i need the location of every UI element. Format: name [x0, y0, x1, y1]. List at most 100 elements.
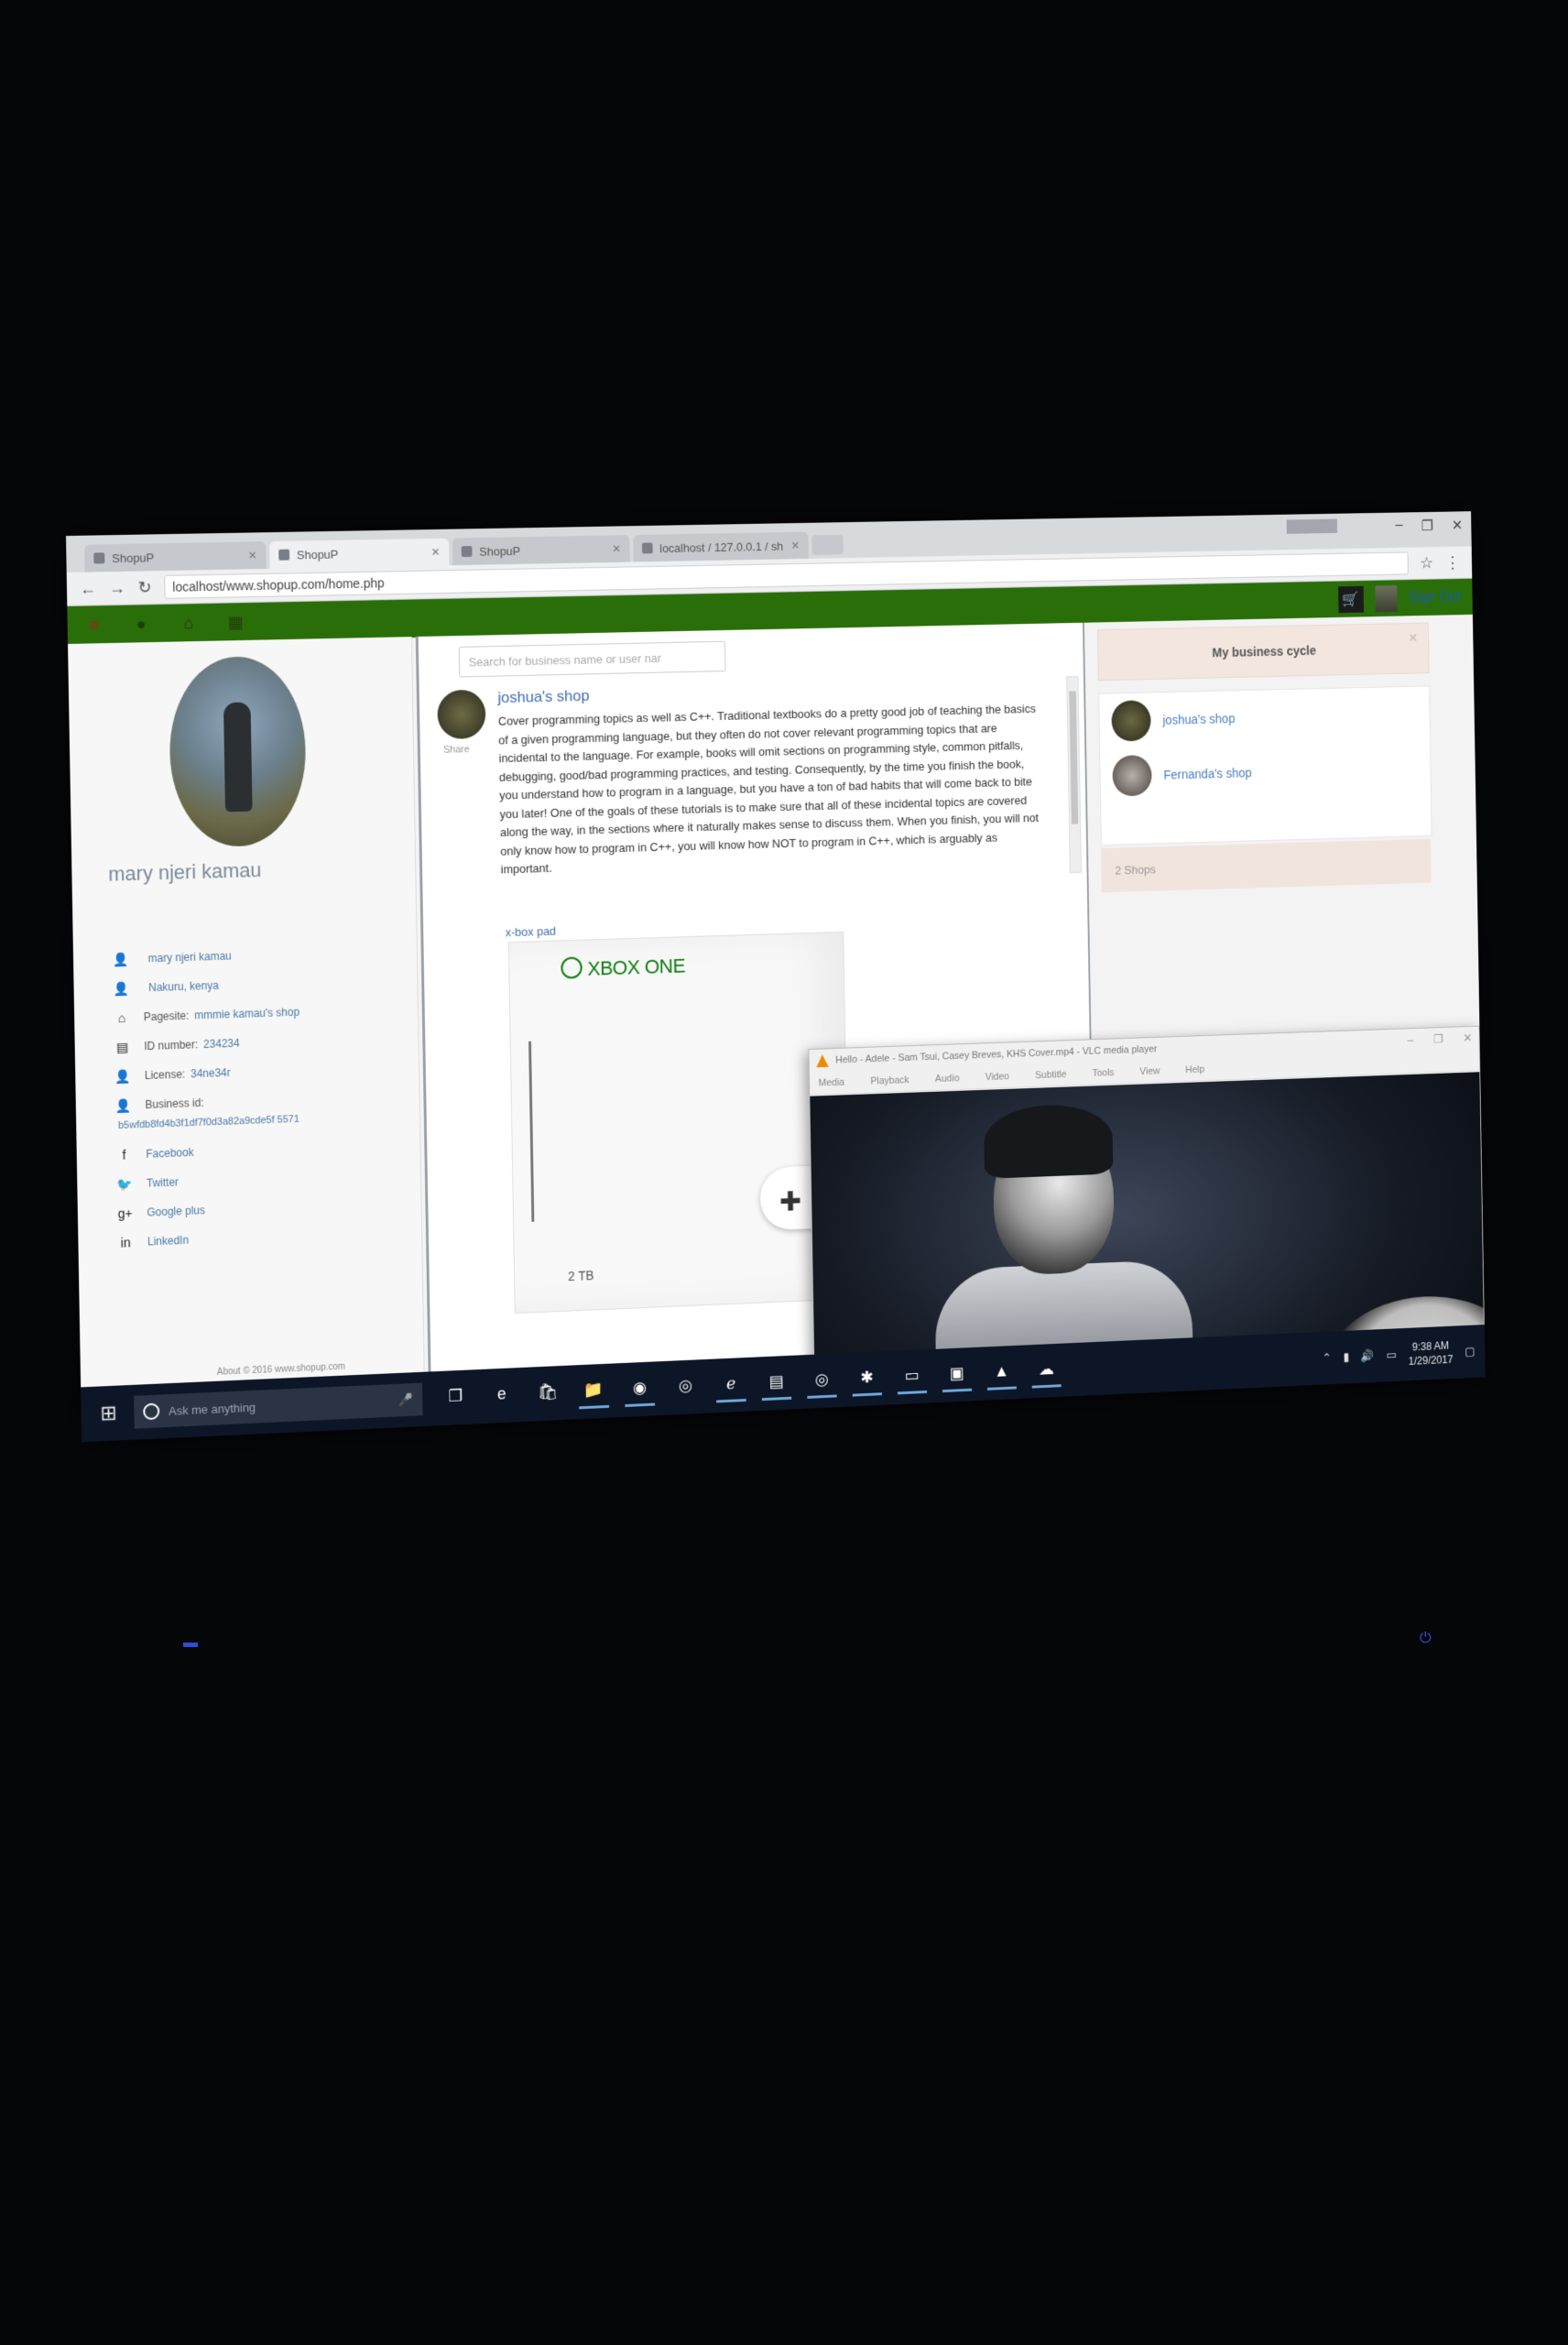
post-scrollbar[interactable]: [1066, 675, 1082, 874]
shop-name-link[interactable]: Fernanda's shop: [1163, 766, 1251, 782]
vlc-menu-subtitle[interactable]: Subtitle: [1035, 1069, 1067, 1081]
google-plus-link[interactable]: Google plus: [147, 1204, 205, 1218]
profile-info-list: 👤 mary njeri kamau 👤 Nakuru, kenya ⌂ Pag…: [110, 936, 404, 1258]
close-icon[interactable]: ✕: [248, 549, 257, 562]
windows-start-icon[interactable]: ⊞: [92, 1396, 125, 1431]
avatar[interactable]: [1375, 585, 1398, 613]
user-icon: 👤: [113, 980, 130, 996]
internet-explorer-icon[interactable]: ℯ: [715, 1368, 746, 1402]
post-avatar[interactable]: [437, 689, 486, 740]
product-brand: XBOX ONE: [587, 954, 686, 980]
xbox-ring-icon: [561, 956, 583, 979]
page-content: mary njeri kamau 👤 mary njeri kamau 👤 Na…: [68, 614, 1486, 1443]
browser-tab[interactable]: ShopuP ✕: [84, 541, 267, 573]
close-icon[interactable]: ✕: [790, 540, 800, 552]
info-value[interactable]: 234234: [203, 1037, 240, 1051]
close-icon[interactable]: ✕: [612, 542, 621, 555]
tab-title: ShopuP: [112, 550, 155, 565]
linkedin-link[interactable]: LinkedIn: [147, 1234, 189, 1249]
microphone-icon[interactable]: 🎤: [399, 1392, 414, 1408]
tab-favicon-icon: [641, 542, 653, 554]
vlc-menu-audio[interactable]: Audio: [935, 1073, 960, 1085]
restore-icon[interactable]: ❐: [1421, 518, 1433, 535]
bookmark-star-icon[interactable]: ☆: [1420, 553, 1433, 572]
restore-icon[interactable]: ❐: [1433, 1032, 1443, 1047]
info-value[interactable]: 34ne34r: [191, 1066, 231, 1080]
volume-icon[interactable]: 🔊: [1361, 1349, 1375, 1364]
minimize-icon[interactable]: –: [1407, 1033, 1413, 1048]
explorer-window-icon[interactable]: ▣: [942, 1358, 973, 1392]
back-arrow-icon[interactable]: ←: [80, 579, 96, 598]
twitter-icon: 🐦: [116, 1175, 133, 1192]
info-value[interactable]: mary njeri kamau: [148, 950, 232, 965]
dpad-icon: ✚: [779, 1186, 802, 1217]
edge-icon[interactable]: e: [486, 1379, 517, 1413]
document-icon[interactable]: ▤: [761, 1366, 792, 1401]
console-graphic: [528, 1041, 547, 1222]
firefox-icon[interactable]: ◉: [624, 1371, 656, 1407]
shop-name-link[interactable]: joshua's shop: [1162, 711, 1235, 726]
vlc-menu-playback[interactable]: Playback: [870, 1074, 909, 1086]
home-icon[interactable]: ⌂: [177, 611, 201, 635]
profile-sidebar: mary njeri kamau 👤 mary njeri kamau 👤 Na…: [68, 637, 425, 1388]
minimize-icon[interactable]: –: [1395, 518, 1402, 535]
browser-tab[interactable]: localhost / 127.0.0.1 / sh ✕: [633, 531, 809, 562]
pagesite-link[interactable]: mmmie kamau's shop: [194, 1006, 299, 1022]
search-input[interactable]: Search for business name or user nar: [458, 640, 726, 678]
info-value[interactable]: Nakuru, kenya: [148, 979, 219, 994]
vlc-menu-view[interactable]: View: [1139, 1066, 1160, 1077]
product-image[interactable]: XBOX ONE ✚ 2 TB: [507, 931, 866, 1314]
close-icon[interactable]: ✕: [1408, 630, 1418, 646]
vlc-icon[interactable]: ▲: [986, 1356, 1017, 1391]
vlc-menu-tools[interactable]: Tools: [1092, 1067, 1114, 1078]
forward-arrow-icon[interactable]: →: [109, 578, 125, 597]
xampp-icon[interactable]: ✱: [852, 1361, 882, 1397]
profile-person-figure: [223, 702, 253, 813]
battery-icon[interactable]: ▭: [1387, 1347, 1398, 1362]
vlc-menu-media[interactable]: Media: [819, 1077, 845, 1089]
share-link[interactable]: Share: [443, 744, 470, 756]
close-icon[interactable]: ✕: [431, 546, 441, 559]
chrome-icon[interactable]: ◎: [670, 1370, 701, 1405]
network-icon[interactable]: ▮: [1343, 1350, 1349, 1365]
scrollbar-thumb[interactable]: [1069, 691, 1079, 824]
clock-date: 1/29/2017: [1408, 1353, 1454, 1368]
tab-title: ShopuP: [296, 547, 339, 562]
menu-icon[interactable]: ≡: [82, 613, 105, 637]
reload-icon[interactable]: ↻: [137, 578, 151, 597]
close-icon[interactable]: ✕: [1463, 1031, 1472, 1046]
store-icon[interactable]: 🛍: [532, 1376, 563, 1411]
notifications-icon[interactable]: ▢: [1465, 1345, 1475, 1359]
vlc-menu-help[interactable]: Help: [1185, 1064, 1204, 1075]
drum-brand-text: YAMAHA: [1350, 1402, 1453, 1432]
post-body: Cover programming topics as well as C++.…: [497, 702, 1040, 877]
vlc-menu-video[interactable]: Video: [985, 1071, 1009, 1083]
chrome-active-icon[interactable]: ◎: [806, 1363, 837, 1399]
close-icon[interactable]: ✕: [1452, 517, 1464, 534]
chevron-up-icon[interactable]: ⌃: [1323, 1351, 1332, 1366]
user-icon[interactable]: ●: [129, 612, 153, 636]
post-shop-link[interactable]: joshua's shop: [497, 687, 589, 707]
browser-menu-icon[interactable]: ⋮: [1445, 553, 1461, 572]
browser-profile-chip[interactable]: [1286, 518, 1338, 534]
file-explorer-icon[interactable]: 📁: [578, 1374, 610, 1409]
cart-icon[interactable]: 🛒: [1337, 585, 1364, 614]
footer-text: About © 2016 www.shopup.com: [216, 1361, 346, 1378]
taskbar-clock[interactable]: 9:38 AM 1/29/2017: [1408, 1338, 1454, 1369]
facebook-link[interactable]: Facebook: [146, 1146, 193, 1161]
new-tab-button[interactable]: [811, 534, 844, 555]
browser-tab-active[interactable]: ShopuP ✕: [269, 538, 450, 569]
skype-icon[interactable]: ☁: [1031, 1353, 1062, 1389]
xbox-logo: XBOX ONE: [561, 954, 685, 982]
browser-tab[interactable]: ShopuP ✕: [452, 535, 630, 566]
terminal-icon[interactable]: ▭: [897, 1359, 928, 1394]
twitter-link[interactable]: Twitter: [147, 1175, 179, 1189]
list-item[interactable]: Fernanda's shop: [1100, 741, 1431, 804]
shop-avatar: [1111, 700, 1151, 742]
task-view-icon[interactable]: ❐: [440, 1380, 471, 1415]
cortana-search-box[interactable]: Ask me anything 🎤: [134, 1382, 423, 1429]
grid-icon[interactable]: ▦: [223, 610, 247, 634]
post-tag-link[interactable]: x-box pad: [506, 924, 557, 939]
sign-out-link[interactable]: Sign Out: [1409, 589, 1461, 605]
list-item[interactable]: joshua's shop: [1099, 686, 1430, 748]
